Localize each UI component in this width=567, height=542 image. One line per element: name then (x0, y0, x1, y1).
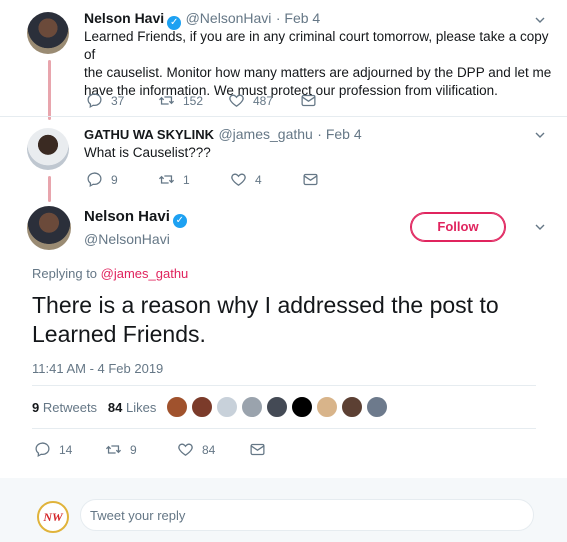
tweet-header: Nelson Havi ✓ @NelsonHavi · Feb 4 (84, 10, 320, 30)
reply-button[interactable]: 9 (86, 171, 158, 188)
retweet-count: 1 (183, 172, 190, 187)
author-handle[interactable]: @NelsonHavi (84, 231, 170, 247)
liker-avatar[interactable] (241, 396, 263, 418)
verified-icon: ✓ (172, 214, 187, 228)
liker-avatar[interactable] (366, 396, 388, 418)
heart-icon (178, 443, 193, 456)
tweet-timestamp[interactable]: 11:41 AM - 4 Feb 2019 (32, 361, 163, 376)
reply-button[interactable]: 14 (34, 441, 105, 458)
liker-avatar[interactable] (191, 396, 213, 418)
avatar[interactable] (27, 128, 69, 170)
reply-button[interactable]: 37 (86, 92, 158, 109)
author-name[interactable]: GATHU WA SKYLINK (84, 127, 214, 142)
divider (0, 116, 567, 117)
tweet-actions: 14 9 84 (34, 441, 274, 458)
tweet-text-line: Learned Friends. (32, 321, 206, 347)
reply-icon (87, 93, 102, 109)
retweet-button[interactable]: 9 (105, 441, 177, 458)
tweet-text-line: There is a reason why I addressed the po… (32, 292, 499, 318)
chevron-down-icon[interactable] (535, 15, 545, 25)
liker-avatar[interactable] (166, 396, 188, 418)
retweets-count[interactable]: 9 (32, 400, 39, 415)
retweet-count: 9 (130, 442, 137, 457)
main-tweet-text: There is a reason why I addressed the po… (32, 291, 499, 349)
reply-icon (35, 442, 50, 458)
thread-line (48, 176, 51, 202)
reply-input[interactable]: Tweet your reply (80, 499, 534, 531)
liker-avatars (166, 396, 391, 418)
liker-avatar[interactable] (291, 396, 313, 418)
retweets-label[interactable]: Retweets (43, 400, 97, 415)
like-button[interactable]: 4 (230, 171, 302, 188)
main-author: Nelson Havi ✓ (84, 208, 187, 228)
retweet-count: 152 (183, 93, 204, 108)
thread-line (48, 60, 51, 120)
retweet-button[interactable]: 1 (158, 171, 230, 188)
author-handle[interactable]: @james_gathu (218, 126, 312, 142)
avatar[interactable] (27, 206, 71, 250)
like-count: 4 (255, 172, 262, 187)
user-avatar-logo[interactable]: NW (37, 501, 69, 533)
tweet-date[interactable]: · Feb 4 (317, 126, 361, 142)
tweet-date[interactable]: · Feb 4 (276, 10, 320, 26)
message-button[interactable] (249, 441, 274, 458)
heart-icon (229, 94, 244, 107)
tweet-text: Learned Friends, if you are in any crimi… (84, 28, 554, 100)
reply-icon (87, 172, 102, 188)
divider (32, 428, 536, 429)
likes-label[interactable]: Likes (126, 400, 156, 415)
chevron-down-icon[interactable] (535, 130, 545, 140)
chevron-down-icon[interactable] (535, 222, 545, 232)
message-button[interactable] (302, 171, 327, 188)
divider (32, 385, 536, 386)
tweet-header: GATHU WA SKYLINK @james_gathu · Feb 4 (84, 126, 362, 144)
liker-avatar[interactable] (216, 396, 238, 418)
like-button[interactable]: 487 (228, 92, 300, 109)
heart-icon (231, 173, 246, 186)
retweet-icon (158, 175, 175, 184)
author-name[interactable]: Nelson Havi (84, 208, 170, 225)
reply-count: 9 (111, 172, 118, 187)
follow-button[interactable]: Follow (410, 212, 506, 242)
avatar[interactable] (27, 12, 69, 54)
envelope-icon (250, 443, 265, 456)
replying-to: Replying to @james_gathu (32, 266, 188, 281)
tweet-text: What is Causelist??? (84, 145, 211, 160)
replying-handle-link[interactable]: @james_gathu (101, 266, 189, 281)
likes-count[interactable]: 84 (108, 400, 122, 415)
envelope-icon (303, 173, 318, 186)
liker-avatar[interactable] (266, 396, 288, 418)
like-count: 84 (202, 442, 216, 457)
envelope-icon (301, 94, 316, 107)
author-handle[interactable]: @NelsonHavi (186, 10, 272, 26)
tweet-actions: 37 152 487 (86, 92, 325, 109)
like-button[interactable]: 84 (177, 441, 249, 458)
liker-avatar[interactable] (341, 396, 363, 418)
retweet-button[interactable]: 152 (158, 92, 228, 109)
retweet-icon (105, 445, 122, 454)
reply-count: 14 (59, 442, 73, 457)
liker-avatar[interactable] (316, 396, 338, 418)
like-count: 487 (253, 93, 274, 108)
replying-prefix: Replying to (32, 266, 101, 281)
retweet-icon (158, 96, 175, 105)
author-name[interactable]: Nelson Havi (84, 10, 164, 26)
tweet-actions: 9 1 4 (86, 171, 327, 188)
tweet-text-line: the causelist. Monitor how many matters … (84, 65, 552, 80)
message-button[interactable] (300, 92, 325, 109)
engagement-stats: 9 Retweets 84 Likes (32, 400, 156, 415)
tweet-text-line: Learned Friends, if you are in any crimi… (84, 29, 549, 62)
reply-count: 37 (111, 93, 125, 108)
